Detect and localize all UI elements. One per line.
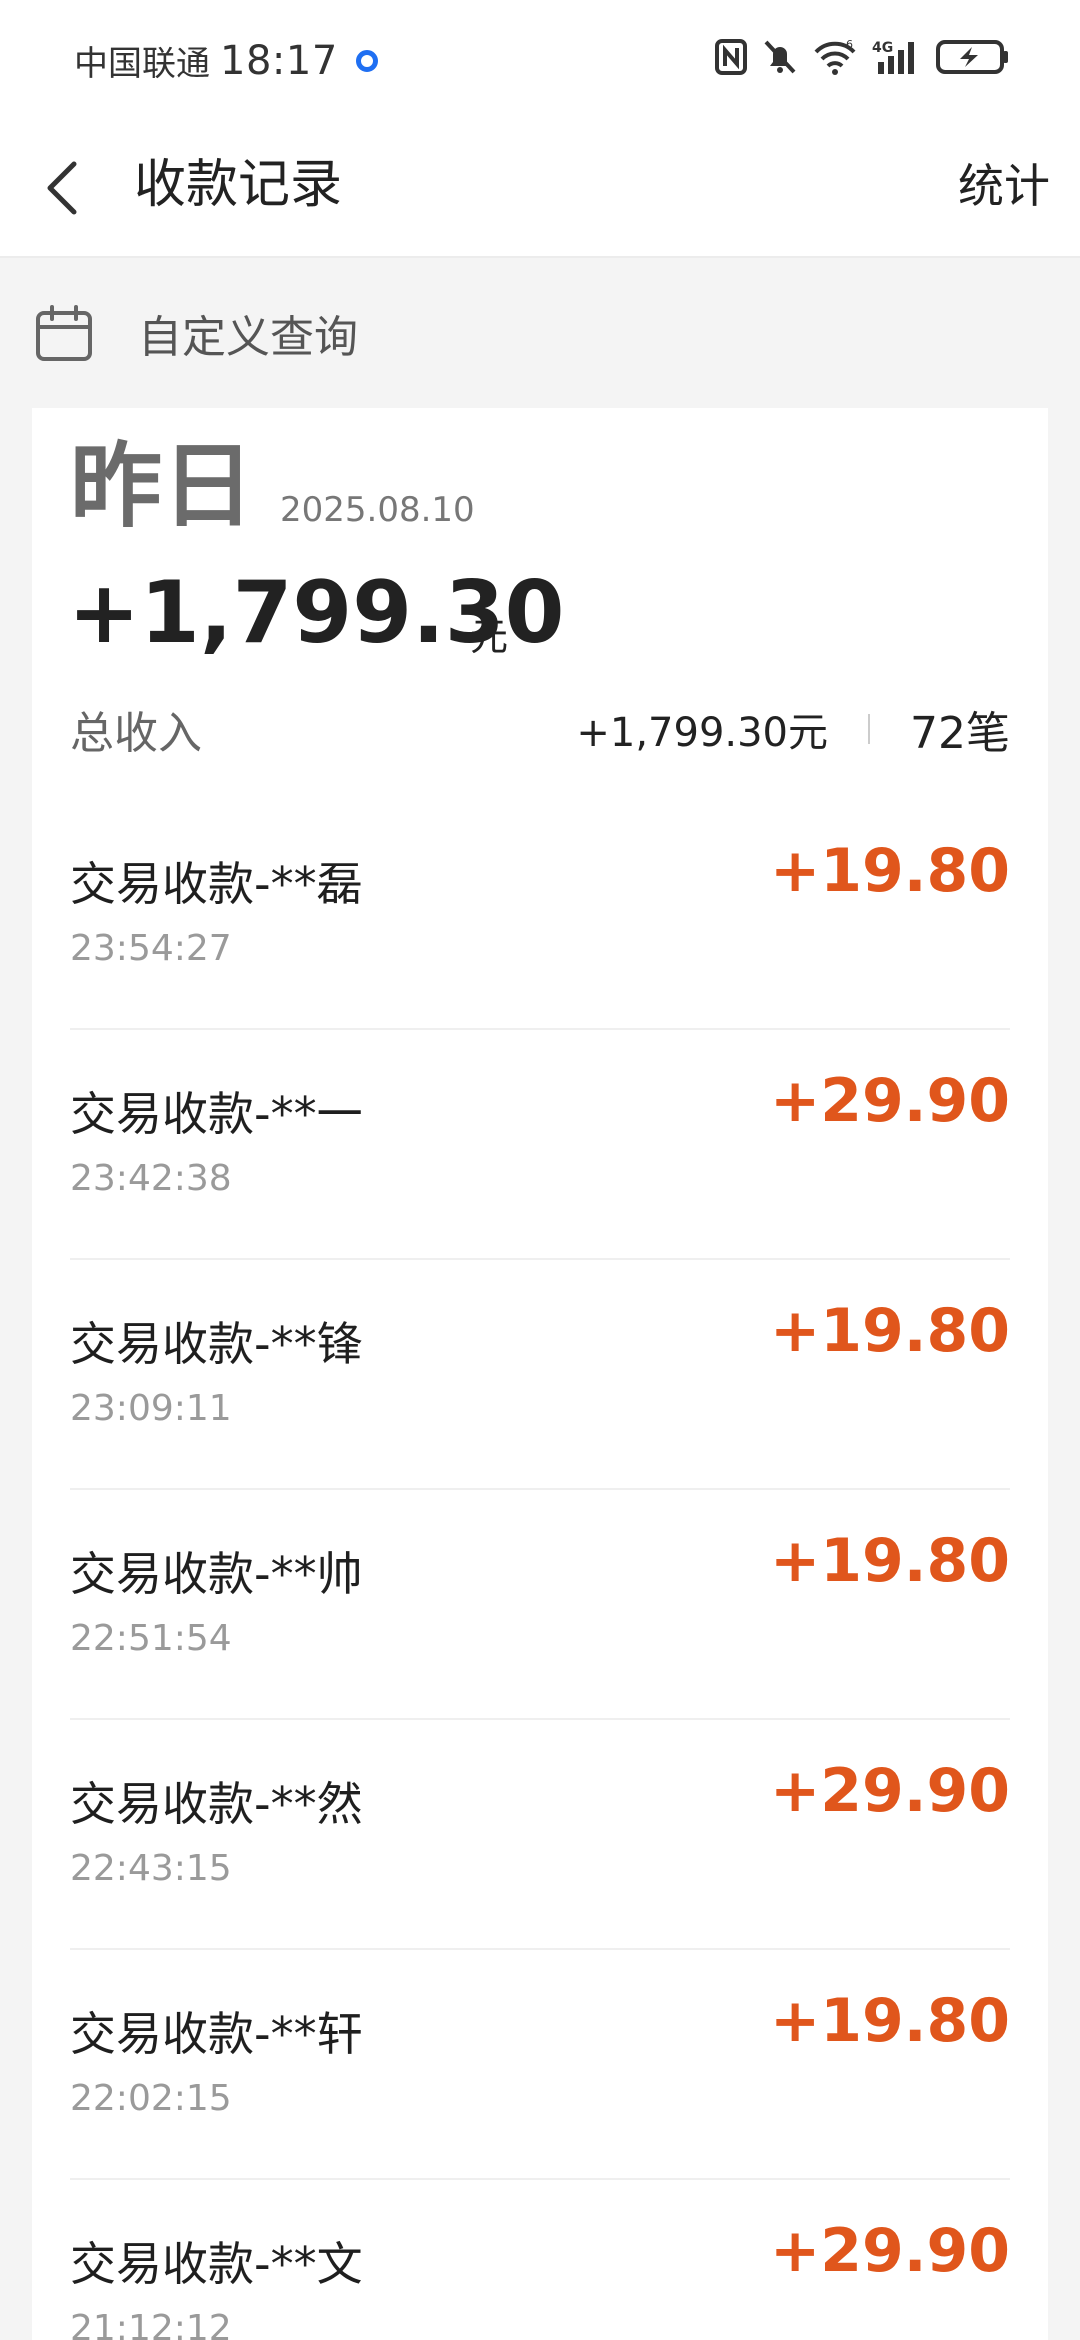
- transaction-amount: +19.80: [769, 1526, 1010, 1596]
- battery-charging-icon: [936, 40, 1008, 74]
- content-area: 自定义查询 昨日 2025.08.10 +1,799.30 元 总收入 +1,7…: [0, 258, 1080, 2340]
- transaction-time: 21:12:12: [70, 2308, 232, 2340]
- transaction-amount: +29.90: [769, 1756, 1010, 1826]
- transaction-row[interactable]: 交易收款-**磊 23:54:27 +19.80: [70, 800, 1010, 1030]
- page-title: 收款记录: [134, 155, 343, 215]
- transaction-amount: +19.80: [769, 1296, 1010, 1366]
- transaction-time: 23:09:11: [70, 1388, 232, 1429]
- transaction-time: 22:02:15: [70, 2078, 232, 2119]
- transaction-amount: +29.90: [769, 2216, 1010, 2286]
- transaction-time: 22:43:15: [70, 1848, 232, 1889]
- transaction-name: 交易收款-**轩: [70, 2007, 363, 2061]
- statistics-button[interactable]: 统计: [958, 154, 1050, 218]
- transaction-name: 交易收款-**锋: [70, 1317, 363, 1371]
- transaction-list: 交易收款-**磊 23:54:27 +19.80 交易收款-**一 23:42:…: [70, 800, 1010, 2340]
- amount-unit: 元: [470, 615, 509, 659]
- transaction-name: 交易收款-**文: [70, 2237, 363, 2291]
- navigation-bar: 收款记录 统计: [0, 120, 1080, 258]
- transaction-amount: +19.80: [769, 836, 1010, 906]
- transaction-amount: +29.90: [769, 1066, 1010, 1136]
- transaction-name: 交易收款-**磊: [70, 857, 363, 911]
- chevron-left-icon: [47, 161, 77, 215]
- status-right: 6 4G: [714, 38, 1010, 76]
- day-date: 2025.08.10: [280, 490, 475, 530]
- carrier-name: 中国联通: [74, 44, 210, 84]
- status-left: 中国联通 18:17: [74, 36, 378, 85]
- total-income-value: +1,799.30元: [576, 710, 828, 756]
- transaction-time: 23:54:27: [70, 928, 232, 969]
- summary-divider: [868, 714, 870, 744]
- wifi-icon: 6: [814, 38, 856, 75]
- transaction-name: 交易收款-**然: [70, 1777, 363, 1831]
- transaction-name: 交易收款-**帅: [70, 1547, 363, 1601]
- wifi-badge: 6: [846, 38, 853, 51]
- transaction-row[interactable]: 交易收款-**锋 23:09:11 +19.80: [70, 1260, 1010, 1490]
- income-summary-row: 总收入 +1,799.30元 72笔: [70, 694, 1010, 764]
- back-button[interactable]: [30, 156, 94, 220]
- status-bar: 中国联通 18:17 6 4G: [0, 0, 1080, 120]
- status-clock: 18:17: [220, 37, 338, 84]
- day-label: 昨日: [70, 433, 255, 540]
- network-type-label: 4G: [872, 40, 893, 56]
- transaction-time: 22:51:54: [70, 1618, 232, 1659]
- nfc-icon: [715, 39, 747, 75]
- custom-query-row[interactable]: 自定义查询: [0, 258, 1080, 408]
- daily-records-card: 昨日 2025.08.10 +1,799.30 元 总收入 +1,799.30元…: [32, 408, 1048, 2340]
- mute-bell-icon: [764, 40, 796, 74]
- transaction-name: 交易收款-**一: [70, 1087, 363, 1141]
- transaction-amount: +19.80: [769, 1986, 1010, 2056]
- location-indicator-icon: [355, 49, 378, 72]
- transaction-time: 23:42:38: [70, 1158, 232, 1199]
- transaction-row[interactable]: 交易收款-**然 22:43:15 +29.90: [70, 1720, 1010, 1950]
- cellular-signal-icon: 4G: [872, 40, 914, 74]
- custom-query-label: 自定义查询: [138, 312, 358, 363]
- transaction-row[interactable]: 交易收款-**文 21:12:12 +29.90: [70, 2180, 1010, 2340]
- calendar-icon: [36, 305, 92, 361]
- transaction-row[interactable]: 交易收款-**一 23:42:38 +29.90: [70, 1030, 1010, 1260]
- total-income-label: 总收入: [70, 708, 202, 759]
- transaction-count: 72笔: [910, 708, 1010, 759]
- transaction-row[interactable]: 交易收款-**帅 22:51:54 +19.80: [70, 1490, 1010, 1720]
- transaction-row[interactable]: 交易收款-**轩 22:02:15 +19.80: [70, 1950, 1010, 2180]
